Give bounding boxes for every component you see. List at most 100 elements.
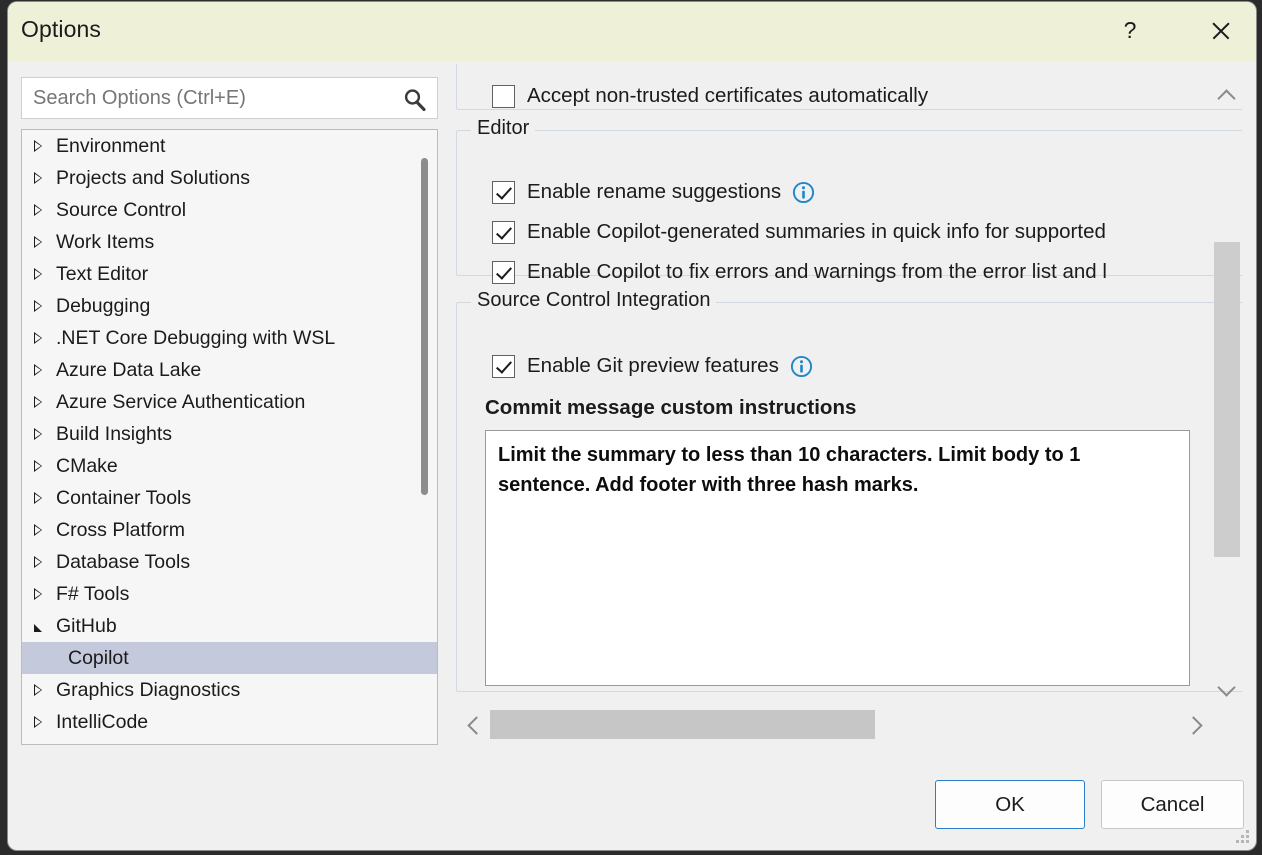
tree-item-label: Database Tools <box>56 551 190 574</box>
tree-collapsed-triangle-icon[interactable] <box>34 204 56 216</box>
checkbox-label: Enable Git preview features <box>527 354 779 378</box>
tree-item-label: .NET Core Debugging with WSL <box>56 327 335 350</box>
tree-collapsed-triangle-icon[interactable] <box>34 684 56 696</box>
checkbox-box[interactable] <box>492 181 515 204</box>
tree-collapsed-triangle-icon[interactable] <box>34 460 56 472</box>
tree-item-f-tools[interactable]: F# Tools <box>22 578 437 610</box>
tree-item-github[interactable]: GitHub <box>22 610 437 642</box>
ok-button[interactable]: OK <box>935 780 1085 829</box>
tree-collapsed-triangle-icon[interactable] <box>34 396 56 408</box>
tree-item-label: IntelliCode <box>56 711 148 734</box>
tree-item-database-tools[interactable]: Database Tools <box>22 546 437 578</box>
tree-scrollbar-thumb[interactable] <box>421 158 428 495</box>
tree-collapsed-triangle-icon[interactable] <box>34 492 56 504</box>
checkbox-enable-git-preview-features[interactable]: Enable Git preview features <box>492 354 813 378</box>
pane-horizontal-scrollbar[interactable] <box>452 704 1208 744</box>
checkbox-enable-copilot-summaries[interactable]: Enable Copilot-generated summaries in qu… <box>492 220 1106 244</box>
window-title: Options <box>21 16 101 43</box>
checkbox-label: Enable Copilot-generated summaries in qu… <box>527 220 1106 244</box>
checkbox-enable-rename-suggestions[interactable]: Enable rename suggestions <box>492 180 815 204</box>
tree-item-label: Text Editor <box>56 263 148 286</box>
tree-item-cross-platform[interactable]: Cross Platform <box>22 514 437 546</box>
scroll-down-button[interactable] <box>1208 672 1244 706</box>
editor-group-label: Editor <box>471 117 535 140</box>
tree-item-label: Environment <box>56 135 165 158</box>
tree-expanded-triangle-icon[interactable] <box>34 622 56 630</box>
tree-collapsed-triangle-icon[interactable] <box>34 556 56 568</box>
tree-item-label: GitHub <box>56 615 117 638</box>
tree-item-net-core-debugging-with-wsl[interactable]: .NET Core Debugging with WSL <box>22 322 437 354</box>
tree-collapsed-triangle-icon[interactable] <box>34 588 56 600</box>
tree-collapsed-triangle-icon[interactable] <box>34 428 56 440</box>
pane-horizontal-scrollbar-thumb[interactable] <box>490 710 875 739</box>
settings-pane: Accept non-trusted certificates automati… <box>448 64 1242 704</box>
tree-item-label: Debugging <box>56 295 150 318</box>
tree-collapsed-triangle-icon[interactable] <box>34 524 56 536</box>
tree-item-label: Work Items <box>56 231 154 254</box>
tree-item-environment[interactable]: Environment <box>22 130 437 162</box>
checkbox-box[interactable] <box>492 221 515 244</box>
tree-item-label: Azure Data Lake <box>56 359 201 382</box>
info-icon[interactable] <box>790 355 813 378</box>
tree-item-container-tools[interactable]: Container Tools <box>22 482 437 514</box>
checkbox-box[interactable] <box>492 85 515 108</box>
tree-item-build-insights[interactable]: Build Insights <box>22 418 437 450</box>
tree-collapsed-triangle-icon[interactable] <box>34 300 56 312</box>
tree-item-label: Container Tools <box>56 487 191 510</box>
scroll-left-button[interactable] <box>456 704 490 744</box>
close-icon <box>1210 20 1232 42</box>
source-control-group-label: Source Control Integration <box>471 289 716 312</box>
tree-item-graphics-diagnostics[interactable]: Graphics Diagnostics <box>22 674 437 706</box>
tree-collapsed-triangle-icon[interactable] <box>34 236 56 248</box>
checkbox-enable-copilot-fix-errors[interactable]: Enable Copilot to fix errors and warning… <box>492 260 1107 284</box>
tree-item-label: Source Control <box>56 199 186 222</box>
tree-collapsed-triangle-icon[interactable] <box>34 716 56 728</box>
checkbox-box[interactable] <box>492 261 515 284</box>
tree-item-label: Azure Service Authentication <box>56 391 305 414</box>
checkbox-accept-non-trusted-certificates[interactable]: Accept non-trusted certificates automati… <box>492 84 928 108</box>
tree-item-label: Cross Platform <box>56 519 185 542</box>
tree-item-label: Copilot <box>68 647 129 670</box>
info-icon[interactable] <box>792 181 815 204</box>
search-options-box[interactable] <box>21 77 438 119</box>
pane-vertical-scrollbar[interactable] <box>1208 64 1244 704</box>
checkbox-box[interactable] <box>492 355 515 378</box>
close-button[interactable] <box>1198 2 1244 59</box>
resize-grip[interactable] <box>1236 830 1250 844</box>
cancel-button[interactable]: Cancel <box>1101 780 1244 829</box>
tree-item-label: Build Insights <box>56 423 172 446</box>
scroll-right-button[interactable] <box>1178 704 1212 744</box>
scroll-up-button[interactable] <box>1208 78 1244 112</box>
tree-item-source-control[interactable]: Source Control <box>22 194 437 226</box>
pane-vertical-scrollbar-thumb[interactable] <box>1214 242 1240 557</box>
tree-item-text-editor[interactable]: Text Editor <box>22 258 437 290</box>
chevron-up-icon <box>1217 86 1235 104</box>
help-button[interactable]: ? <box>1107 2 1153 59</box>
screen: Options ? Environment Projects and Soluti… <box>0 0 1262 855</box>
tree-collapsed-triangle-icon[interactable] <box>34 172 56 184</box>
tree-item-projects-and-solutions[interactable]: Projects and Solutions <box>22 162 437 194</box>
tree-item-debugging[interactable]: Debugging <box>22 290 437 322</box>
search-icon <box>395 78 437 118</box>
checkbox-label: Enable Copilot to fix errors and warning… <box>527 260 1107 284</box>
tree-item-label: Graphics Diagnostics <box>56 679 240 702</box>
commit-message-instructions-textarea[interactable] <box>485 430 1190 686</box>
tree-item-intellicode[interactable]: IntelliCode <box>22 706 437 738</box>
tree-item-azure-data-lake[interactable]: Azure Data Lake <box>22 354 437 386</box>
tree-item-cmake[interactable]: CMake <box>22 450 437 482</box>
tree-item-azure-service-authentication[interactable]: Azure Service Authentication <box>22 386 437 418</box>
search-input[interactable] <box>22 78 395 118</box>
tree-scrollbar[interactable] <box>419 134 429 740</box>
tree-item-label: CMake <box>56 455 118 478</box>
options-dialog: Options ? Environment Projects and Soluti… <box>8 2 1256 850</box>
tree-collapsed-triangle-icon[interactable] <box>34 332 56 344</box>
tree-collapsed-triangle-icon[interactable] <box>34 268 56 280</box>
checkbox-label: Enable rename suggestions <box>527 180 781 204</box>
tree-item-label: Projects and Solutions <box>56 167 250 190</box>
tree-item-copilot[interactable]: Copilot <box>22 642 437 674</box>
tree-collapsed-triangle-icon[interactable] <box>34 364 56 376</box>
commit-message-instructions-heading: Commit message custom instructions <box>485 396 856 420</box>
tree-item-work-items[interactable]: Work Items <box>22 226 437 258</box>
options-category-tree[interactable]: Environment Projects and Solutions Source … <box>21 129 438 745</box>
tree-collapsed-triangle-icon[interactable] <box>34 140 56 152</box>
